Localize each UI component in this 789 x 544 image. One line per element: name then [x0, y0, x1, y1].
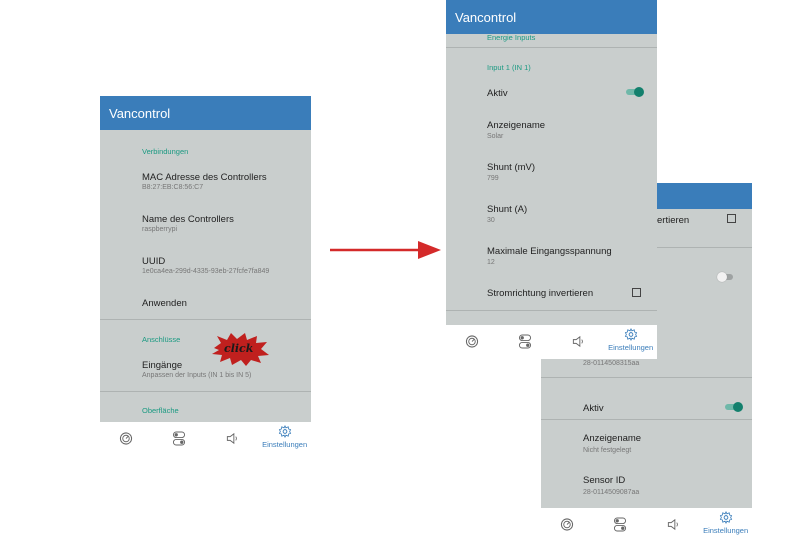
gauge-icon	[120, 432, 133, 445]
gear-icon	[719, 511, 732, 524]
switches-icon	[519, 334, 532, 349]
display-name-label[interactable]: Anzeigename	[487, 120, 545, 131]
section-header-energy: Energie Inputs	[487, 33, 536, 42]
invert-current-label: Stromrichtung invertieren	[487, 288, 594, 299]
invert-current-checkbox[interactable]	[632, 288, 641, 297]
shunt-mv-label[interactable]: Shunt (mV)	[487, 162, 535, 173]
nav-item-settings[interactable]: Einstellungen	[258, 422, 311, 456]
speaker-icon	[667, 518, 678, 531]
section-header-ports: Anschlüsse	[142, 335, 181, 344]
display-name-value: Solar	[487, 133, 504, 140]
nav-item-audio[interactable]	[647, 508, 700, 542]
display-name-label: Anzeigename	[583, 433, 642, 444]
nav-item-settings[interactable]: Einstellungen	[604, 325, 657, 359]
switches-icon	[173, 431, 186, 446]
sensor-id-label: Sensor ID	[583, 475, 626, 486]
gear-icon	[278, 425, 291, 438]
nav-item-settings[interactable]: Einstellungen	[699, 508, 752, 542]
max-voltage-value: 12	[487, 259, 495, 266]
section-header-connections: Verbindungen	[142, 147, 189, 156]
bottom-nav: Einstellungen	[541, 508, 752, 542]
inputs-menu-item[interactable]: Eingänge	[142, 360, 182, 371]
gauge-icon	[466, 335, 479, 348]
invert-label-partial: ertieren	[657, 215, 690, 226]
controller-name-value: raspberrypi	[142, 226, 178, 233]
nav-item-dashboard[interactable]	[446, 325, 499, 359]
active-label: Aktiv	[583, 403, 604, 414]
speaker-icon	[226, 432, 237, 445]
gauge-icon	[561, 518, 574, 531]
sensor-id-partial: 28-0114508315aa	[583, 360, 640, 367]
bottom-nav: Einstellungen	[446, 325, 657, 359]
nav-item-audio[interactable]	[206, 422, 259, 456]
app-title: Vancontrol	[109, 106, 171, 121]
nav-item-switches[interactable]	[153, 422, 206, 456]
app-bar: Vancontrol	[100, 96, 311, 130]
speaker-icon	[572, 335, 583, 348]
uuid-label: UUID	[142, 256, 166, 267]
section-header-input1: Input 1 (IN 1)	[487, 63, 531, 72]
section-header-surface: Oberfläche	[142, 406, 179, 415]
app-bar: Vancontrol	[446, 0, 657, 34]
mac-value: B8:27:EB:C8:56:C7	[142, 184, 204, 191]
active-toggle[interactable]	[725, 402, 743, 412]
nav-item-dashboard[interactable]	[100, 422, 153, 456]
nav-label-settings: Einstellungen	[262, 440, 308, 449]
nav-label-settings: Einstellungen	[703, 526, 749, 535]
uuid-value: 1e0ca4ea-299d-4335-93eb-27fcfe7fa849	[142, 268, 270, 275]
transition-arrow	[330, 241, 441, 259]
click-badge-text: click	[224, 342, 254, 355]
shunt-mv-value: 799	[487, 175, 499, 182]
nav-item-switches[interactable]	[499, 325, 552, 359]
nav-item-dashboard[interactable]	[541, 508, 594, 542]
bottom-nav: Einstellungen	[100, 422, 311, 456]
screen-settings: Vancontrol Verbindungen MAC Adresse des …	[100, 96, 311, 456]
app-title: Vancontrol	[455, 10, 517, 25]
inputs-description: Anpassen der Inputs (IN 1 bis IN 5)	[142, 372, 252, 379]
active-label: Aktiv	[487, 88, 508, 99]
apply-button[interactable]: Anwenden	[142, 298, 187, 309]
active-toggle[interactable]	[626, 87, 644, 97]
nav-item-switches[interactable]	[594, 508, 647, 542]
display-name-value: Nicht festgelegt	[583, 447, 632, 454]
active-toggle-off[interactable]	[717, 272, 735, 282]
max-voltage-label[interactable]: Maximale Eingangsspannung	[487, 246, 612, 257]
controller-name-label[interactable]: Name des Controllers	[142, 214, 234, 225]
mac-label: MAC Adresse des Controllers	[142, 172, 267, 183]
sensor-id-value: 28-0114509087aa	[583, 489, 640, 496]
gear-icon	[624, 328, 637, 341]
shunt-a-label[interactable]: Shunt (A)	[487, 204, 527, 215]
nav-item-audio[interactable]	[552, 325, 605, 359]
shunt-a-value: 30	[487, 217, 495, 224]
switches-icon	[614, 517, 627, 532]
nav-label-settings: Einstellungen	[608, 343, 654, 352]
invert-checkbox[interactable]	[727, 214, 736, 223]
screen-input-settings: Vancontrol Energie Inputs Input 1 (IN 1)…	[446, 0, 657, 359]
